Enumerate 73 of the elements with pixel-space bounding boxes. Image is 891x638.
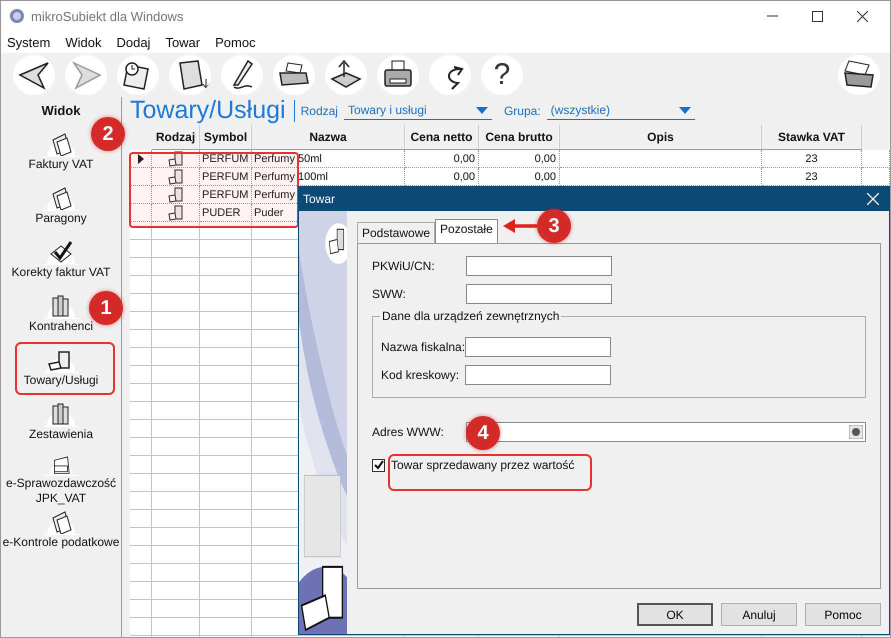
input-field[interactable] [465,337,611,357]
sidebar-item[interactable]: Paragony [35,182,87,236]
check-icon [374,460,384,470]
checkbox[interactable]: Towar sprzedawany przez wartość [372,458,574,472]
column-header[interactable]: Cena brutto [479,125,560,150]
table-cell: 23 [805,152,818,164]
row-pointer-icon [138,154,144,164]
filter-dropdown[interactable]: Towary i usługi [344,101,492,120]
sidebar-title: Widok [42,103,80,118]
table-cell: PUDER [200,204,252,222]
clock-document-icon[interactable] [117,55,159,95]
boxes-icon [166,150,184,166]
table-cell: PERFUM [200,186,252,204]
app-icon [9,8,25,24]
table-cell: PERFUM [200,168,252,186]
url-field[interactable] [466,422,866,442]
menu-item[interactable]: Towar [165,34,200,50]
caret-icon [476,106,488,114]
globe-icon[interactable] [849,425,863,439]
caret-icon [678,106,691,114]
column-header[interactable]: Rodzaj [152,125,200,150]
field-label: SWW: [372,287,407,301]
tab[interactable]: Podstawowe [357,222,436,243]
column-header[interactable]: Nazwa [252,125,405,150]
tab[interactable]: Pozostałe [435,219,498,243]
window-title: mikroSubiekt dla Windows [31,8,184,24]
menu-item[interactable]: Pomoc [215,34,256,50]
boxes-icon [166,204,184,220]
column-header[interactable]: Cena netto [405,125,479,150]
sidebar-item[interactable]: Faktury VAT [28,128,94,182]
undo-icon[interactable] [429,55,471,95]
column-header[interactable]: Symbol [200,125,252,150]
dialog-button[interactable]: Pomoc [805,603,881,626]
input-field[interactable] [466,256,612,276]
input-field[interactable] [466,284,612,304]
table-cell: 0,00 [534,152,556,164]
document-icon[interactable] [169,55,211,95]
sidebar-item[interactable]: Korekty faktur VAT [12,236,110,290]
dialog-button[interactable]: OK [637,603,713,626]
boxes-icon [166,186,184,202]
table-cell: 23 [805,170,818,182]
filter-label: Rodzaj [300,104,338,118]
menu-item[interactable]: System [7,34,50,50]
dialog-title: Towar [303,192,336,206]
group-title: Dane dla urządzeń zewnętrznych [380,309,562,323]
view-title: Towary/Usługi [130,97,286,124]
column-header[interactable]: Stawka VAT [762,125,862,150]
close-icon[interactable] [857,10,868,22]
maximize-icon[interactable] [812,10,823,22]
table-cell: 0,00 [454,152,475,164]
table-cell: 0,00 [454,170,475,182]
field-label: PKWiU/CN: [372,259,436,273]
dialog-button[interactable]: Anuluj [721,603,797,626]
field-label: Nazwa fiskalna: [381,340,465,354]
sidebar-item[interactable]: Zestawienia [28,398,94,452]
sidebar-item[interactable]: Towary/Usługi [24,344,98,398]
filter-dropdown[interactable]: (wszystkie) [546,101,695,120]
menu-item[interactable]: Widok [65,34,102,50]
column-header[interactable]: Opis [560,125,762,150]
help-icon[interactable]: ? [481,55,523,95]
field-label: Adres WWW: [372,425,445,439]
boxes-icon [166,168,184,184]
sidebar-item[interactable]: e-Sprawozdawczość JPK_VAT [6,452,116,506]
annotation-arrow [503,219,537,233]
minimize-icon[interactable] [767,15,778,17]
table-cell: 0,00 [534,170,556,182]
sidebar-item[interactable]: e-Kontrole podatkowe [2,506,120,560]
table-cell: PERFUM [200,150,252,168]
filter-label: Grupa: [504,104,541,118]
input-field[interactable] [465,365,611,385]
pen-icon[interactable] [221,55,263,95]
menu-item[interactable]: Dodaj [116,34,150,50]
field-label: Kod kreskowy: [381,368,460,382]
